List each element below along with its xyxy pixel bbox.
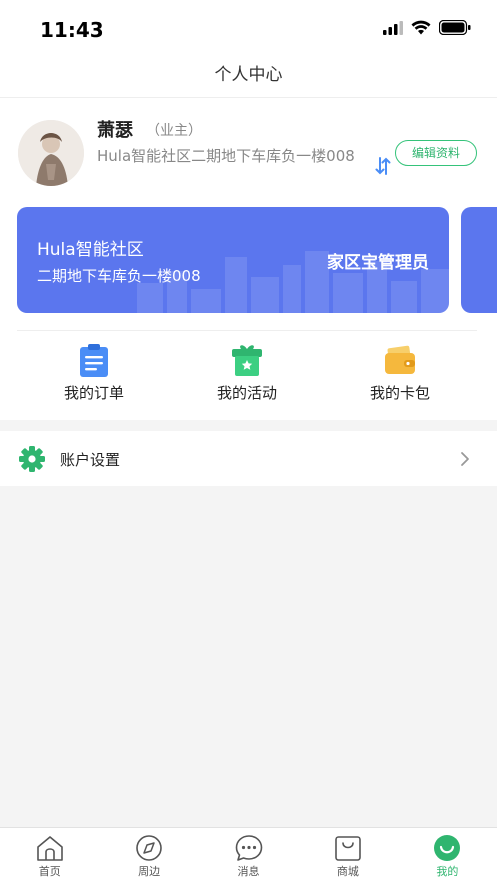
wallet-icon [385, 345, 415, 374]
status-bar: 11:43 [0, 0, 497, 56]
tab-mall-label: 商城 [336, 865, 359, 878]
bottom-tab-bar: 首页 周边 消息 商城 我的 [0, 827, 497, 883]
next-community-card[interactable] [461, 207, 497, 313]
compass-icon [136, 835, 162, 861]
chevron-right-icon [461, 452, 469, 466]
clipboard-icon [80, 344, 108, 377]
tab-nearby-label: 周边 [138, 865, 161, 878]
wifi-icon [411, 20, 431, 35]
divider [17, 330, 477, 331]
avatar-image-icon [18, 120, 84, 186]
message-icon [235, 835, 262, 861]
account-settings-row[interactable]: 账户设置 [0, 431, 497, 486]
tab-mine[interactable]: 我的 [398, 828, 497, 883]
my-orders-label: 我的订单 [63, 384, 124, 402]
tab-mine-label: 我的 [436, 865, 459, 878]
my-activities-button[interactable]: 我的活动 [187, 342, 307, 403]
quick-actions: 我的订单 我的活动 我的卡包 [0, 342, 497, 410]
my-activities-label: 我的活动 [216, 384, 277, 402]
profile-section: 萧瑟 （业主） Hula智能社区二期地下车库负一楼008 编辑资料 Hula智能… [0, 98, 497, 420]
my-cards-button[interactable]: 我的卡包 [340, 342, 460, 403]
user-name: 萧瑟 [97, 120, 133, 141]
my-cards-label: 我的卡包 [369, 384, 430, 402]
profile-icon [434, 835, 461, 861]
tab-messages[interactable]: 消息 [199, 828, 298, 883]
user-address: Hula智能社区二期地下车库负一楼008 [97, 147, 355, 165]
tab-mall[interactable]: 商城 [298, 828, 397, 883]
community-role: 家区宝管理员 [327, 253, 429, 273]
swap-address-icon[interactable] [374, 156, 392, 176]
signal-icon [383, 20, 403, 35]
my-orders-button[interactable]: 我的订单 [34, 342, 154, 403]
home-icon [36, 836, 63, 861]
nav-bar: 个人中心 [0, 56, 497, 98]
status-icons [383, 20, 471, 35]
tab-messages-label: 消息 [237, 865, 260, 878]
user-role: （业主） [146, 123, 202, 139]
tab-home-label: 首页 [38, 865, 61, 878]
battery-icon [439, 20, 471, 35]
edit-profile-button[interactable]: 编辑资料 [395, 140, 477, 166]
page-title: 个人中心 [214, 65, 283, 85]
avatar[interactable] [18, 120, 84, 186]
account-settings-label: 账户设置 [60, 451, 121, 469]
tab-home[interactable]: 首页 [0, 828, 99, 883]
shopping-bag-icon [335, 836, 361, 861]
gear-icon [19, 446, 45, 472]
status-time: 11:43 [40, 18, 104, 42]
tab-nearby[interactable]: 周边 [99, 828, 198, 883]
gift-box-icon [232, 345, 262, 376]
community-address: 二期地下车库负一楼008 [37, 267, 201, 285]
community-name: Hula智能社区 [37, 240, 144, 260]
community-card[interactable]: Hula智能社区 二期地下车库负一楼008 家区宝管理员 [17, 207, 449, 313]
